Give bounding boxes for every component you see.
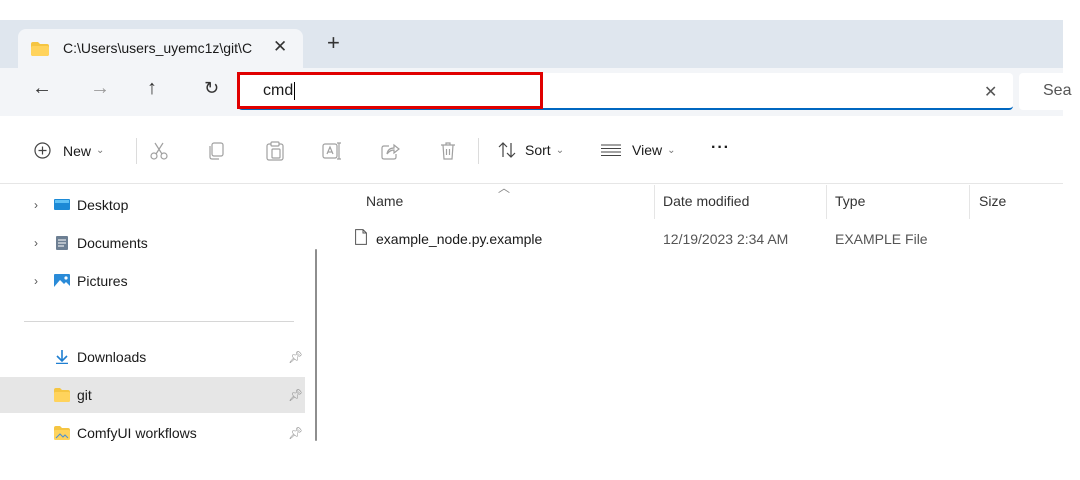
paste-icon[interactable] <box>266 141 284 161</box>
up-button[interactable]: ↑ <box>147 77 157 100</box>
column-separator[interactable] <box>654 185 655 219</box>
cut-icon[interactable] <box>150 142 168 160</box>
chevron-down-icon: ⌄ <box>667 144 676 156</box>
column-header-date-modified[interactable]: Date modified <box>663 193 749 209</box>
file-list: ︿ Name Date modified Type Size example_n… <box>324 181 1063 440</box>
more-options-button[interactable]: ··· <box>711 139 730 157</box>
toolbar-divider <box>478 138 479 164</box>
address-bar[interactable]: cmd ✕ <box>238 73 1013 110</box>
view-button-label: View <box>632 142 663 158</box>
sidebar-divider <box>24 321 294 322</box>
rename-icon[interactable] <box>322 141 342 161</box>
file-date-modified: 12/19/2023 2:34 AM <box>663 231 789 247</box>
column-separator[interactable] <box>826 185 827 219</box>
file-type: EXAMPLE File <box>835 231 928 247</box>
documents-icon <box>56 236 68 250</box>
sidebar-item-pictures[interactable]: › Pictures <box>0 263 305 299</box>
chevron-right-icon[interactable]: › <box>34 198 38 212</box>
file-explorer-window: C:\Users\users_uyemc1z\git\C ✕ + ← → ↑ ↻… <box>0 0 1080 480</box>
close-tab-icon[interactable]: ✕ <box>273 37 287 57</box>
sidebar-item-label: ComfyUI workflows <box>77 425 197 441</box>
file-name: example_node.py.example <box>376 231 543 247</box>
pin-icon[interactable]: 📌︎ <box>288 426 303 440</box>
folder-icon <box>54 426 70 440</box>
sort-icon <box>498 142 516 158</box>
sidebar-item-label: Pictures <box>77 273 128 289</box>
desktop-icon <box>54 199 70 210</box>
sidebar-item-label: Downloads <box>77 349 147 365</box>
pictures-icon <box>54 274 70 288</box>
clear-address-icon[interactable]: ✕ <box>984 82 997 102</box>
command-bar: New ⌄ Sort ⌄ View ⌄ ··· <box>0 120 1063 184</box>
address-input[interactable]: cmd <box>263 82 296 100</box>
sort-ascending-icon: ︿ <box>498 181 511 195</box>
new-button[interactable]: New ⌄ <box>34 142 104 159</box>
share-icon[interactable] <box>381 142 400 160</box>
chevron-right-icon[interactable]: › <box>34 236 38 250</box>
tab-current-folder[interactable]: C:\Users\users_uyemc1z\git\C ✕ <box>18 29 303 68</box>
text-caret <box>294 82 296 100</box>
chevron-down-icon: ⌄ <box>555 144 565 156</box>
address-input-value: cmd <box>263 82 294 100</box>
search-placeholder: Sea <box>1043 82 1072 99</box>
delete-icon[interactable] <box>440 141 456 161</box>
sidebar-scrollbar[interactable] <box>315 249 317 441</box>
download-icon <box>56 350 68 364</box>
sidebar-item-label: git <box>77 387 92 403</box>
sidebar-item-documents[interactable]: › Documents <box>0 225 305 261</box>
search-box[interactable]: Sea <box>1019 73 1079 110</box>
refresh-button[interactable]: ↻ <box>204 78 219 99</box>
tab-title: C:\Users\users_uyemc1z\git\C <box>63 40 253 56</box>
tab-strip: C:\Users\users_uyemc1z\git\C ✕ + <box>0 20 1063 68</box>
forward-button[interactable]: → <box>90 77 110 100</box>
new-button-label: New <box>63 142 92 159</box>
plus-circle-icon <box>34 142 51 159</box>
sidebar-item-comfyui-workflows[interactable]: ComfyUI workflows 📌︎ <box>0 415 305 451</box>
chevron-down-icon: ⌄ <box>96 145 105 156</box>
folder-icon <box>54 388 70 402</box>
sidebar-item-label: Documents <box>77 235 148 251</box>
chevron-right-icon[interactable]: › <box>34 274 38 288</box>
back-button[interactable]: ← <box>32 77 52 100</box>
view-list-icon <box>601 144 621 156</box>
sidebar-item-desktop[interactable]: › Desktop <box>0 187 305 223</box>
navigation-pane: › Desktop › Documents › Pictures Downloa… <box>0 185 320 445</box>
column-header-size[interactable]: Size <box>979 193 1006 209</box>
column-header-name[interactable]: Name <box>366 193 403 209</box>
folder-icon <box>31 42 49 56</box>
file-icon <box>355 229 367 245</box>
sort-button-label: Sort <box>525 142 551 158</box>
toolbar-divider <box>136 138 137 164</box>
column-separator[interactable] <box>969 185 970 219</box>
pin-icon[interactable]: 📌︎ <box>288 388 303 402</box>
view-button[interactable]: View ⌄ <box>601 142 675 158</box>
table-row[interactable]: example_node.py.example 12/19/2023 2:34 … <box>324 225 1024 255</box>
sidebar-item-label: Desktop <box>77 197 129 213</box>
column-header-type[interactable]: Type <box>835 193 865 209</box>
sort-button[interactable]: Sort ⌄ <box>498 142 564 158</box>
copy-icon[interactable] <box>207 142 225 160</box>
pin-icon[interactable]: 📌︎ <box>288 350 303 364</box>
sidebar-item-downloads[interactable]: Downloads 📌︎ <box>0 339 305 375</box>
address-row: ← → ↑ ↻ cmd ✕ Sea <box>0 68 1079 116</box>
new-tab-button[interactable]: + <box>327 30 340 56</box>
sidebar-item-git[interactable]: git 📌︎ <box>0 377 305 413</box>
